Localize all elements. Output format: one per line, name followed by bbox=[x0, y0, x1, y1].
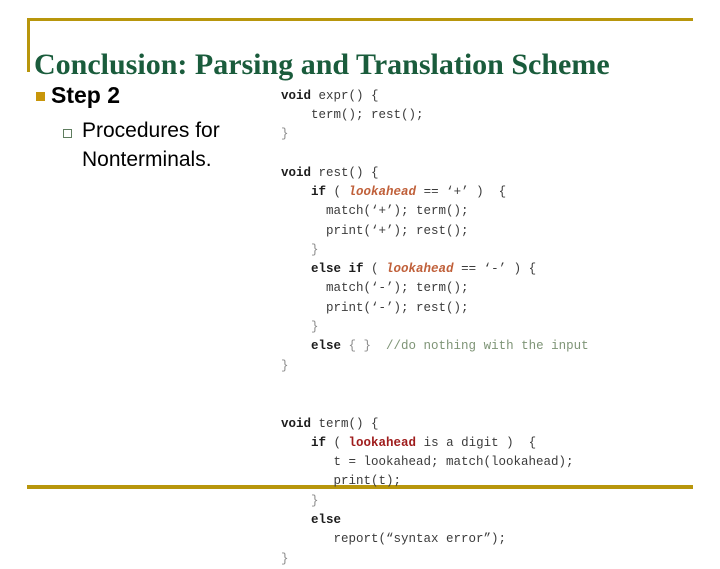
code-line: print(‘-’); rest(); bbox=[281, 299, 701, 318]
code-line: else bbox=[281, 511, 701, 530]
slide-frame-top-rule bbox=[27, 18, 693, 21]
code-token: } bbox=[281, 551, 289, 566]
code-line: } bbox=[281, 357, 701, 376]
code-line: void expr() { bbox=[281, 87, 701, 106]
hollow-square-bullet-icon bbox=[63, 129, 72, 138]
code-token-keyword: void bbox=[281, 165, 319, 180]
code-token: print(‘-’); rest(); bbox=[281, 300, 469, 315]
code-token: term() { bbox=[318, 416, 379, 431]
code-line: print(‘+’); rest(); bbox=[281, 222, 701, 241]
code-token-keyword: if bbox=[311, 435, 327, 450]
code-token: == ‘-’ ) { bbox=[453, 262, 537, 277]
code-token-comment: //do nothing with the input bbox=[386, 339, 589, 354]
code-line: else if ( lookahead == ‘-’ ) { bbox=[281, 260, 701, 279]
square-bullet-icon bbox=[36, 92, 45, 101]
code-token-keyword: else if bbox=[311, 262, 364, 277]
code-token-lookahead: lookahead bbox=[348, 435, 417, 450]
code-block: void expr() { term(); rest();} void rest… bbox=[281, 87, 701, 569]
code-token: } bbox=[281, 358, 289, 373]
code-line: match(‘-’); term(); bbox=[281, 279, 701, 298]
code-token: is a digit ) { bbox=[416, 435, 537, 450]
code-token: match(‘-’); term(); bbox=[281, 281, 469, 296]
code-token: match(‘+’); term(); bbox=[281, 204, 469, 219]
code-token: } bbox=[281, 242, 319, 257]
code-line: term(); rest(); bbox=[281, 106, 701, 125]
code-token: ( bbox=[326, 184, 349, 199]
bullet-item-procedures: Procedures for Nonterminals. bbox=[63, 116, 276, 174]
code-line: else { } //do nothing with the input bbox=[281, 337, 701, 356]
bullet-label: Procedures for Nonterminals. bbox=[82, 119, 220, 171]
code-token: expr() { bbox=[318, 88, 379, 103]
code-line: } bbox=[281, 125, 701, 144]
code-token-lookahead: lookahead bbox=[386, 262, 454, 277]
slide-frame-left-rule bbox=[27, 18, 30, 72]
code-token: } bbox=[281, 493, 319, 508]
code-line: void term() { bbox=[281, 415, 701, 434]
code-token-keyword: else bbox=[311, 339, 342, 354]
code-line: } bbox=[281, 241, 701, 260]
bullet-list: Step 2 Procedures for Nonterminals. bbox=[36, 80, 276, 174]
code-token: print(t); bbox=[281, 474, 402, 489]
code-token: report(“syntax error”); bbox=[281, 532, 507, 547]
code-token: } bbox=[281, 127, 289, 142]
code-token: t = lookahead; match(lookahead); bbox=[281, 455, 574, 470]
slide-title: Conclusion: Parsing and Translation Sche… bbox=[34, 48, 610, 82]
code-line: void rest() { bbox=[281, 164, 701, 183]
code-token: { } bbox=[341, 339, 387, 354]
code-token: ( bbox=[363, 262, 387, 277]
bullet-label: Step 2 bbox=[51, 82, 121, 108]
code-token-lookahead: lookahead bbox=[348, 184, 417, 199]
code-token-keyword: if bbox=[311, 184, 327, 199]
code-line bbox=[281, 395, 701, 414]
code-line: } bbox=[281, 550, 701, 569]
code-line: match(‘+’); term(); bbox=[281, 202, 701, 221]
code-token-keyword: void bbox=[281, 416, 319, 431]
code-line: } bbox=[281, 318, 701, 337]
code-token: print(‘+’); rest(); bbox=[281, 223, 469, 238]
code-token: ( bbox=[326, 435, 349, 450]
bullet-item-step-2: Step 2 bbox=[36, 80, 276, 110]
code-line: if ( lookahead == ‘+’ ) { bbox=[281, 183, 701, 202]
code-token: rest() { bbox=[318, 165, 379, 180]
code-token-keyword: else bbox=[311, 513, 342, 528]
code-token: term(); rest(); bbox=[281, 107, 424, 122]
code-line: print(t); bbox=[281, 472, 701, 491]
code-line: } bbox=[281, 492, 701, 511]
code-line: t = lookahead; match(lookahead); bbox=[281, 453, 701, 472]
code-token-keyword: void bbox=[281, 88, 319, 103]
code-line bbox=[281, 144, 701, 163]
code-token: } bbox=[281, 320, 319, 335]
code-line bbox=[281, 376, 701, 395]
code-line: if ( lookahead is a digit ) { bbox=[281, 434, 701, 453]
code-token: == ‘+’ ) { bbox=[416, 184, 507, 199]
